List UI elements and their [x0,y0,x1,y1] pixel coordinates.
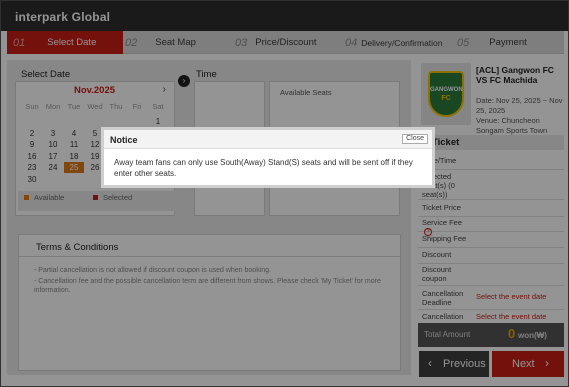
dialog-message: Away team fans can only use South(Away) … [114,158,413,178]
modal-overlay[interactable] [0,0,569,387]
dialog-title: Notice [110,135,138,145]
close-button[interactable]: Close [402,134,428,144]
dialog-titlebar: Notice Close [104,130,432,149]
notice-dialog: Notice Close Away team fans can only use… [101,127,435,188]
